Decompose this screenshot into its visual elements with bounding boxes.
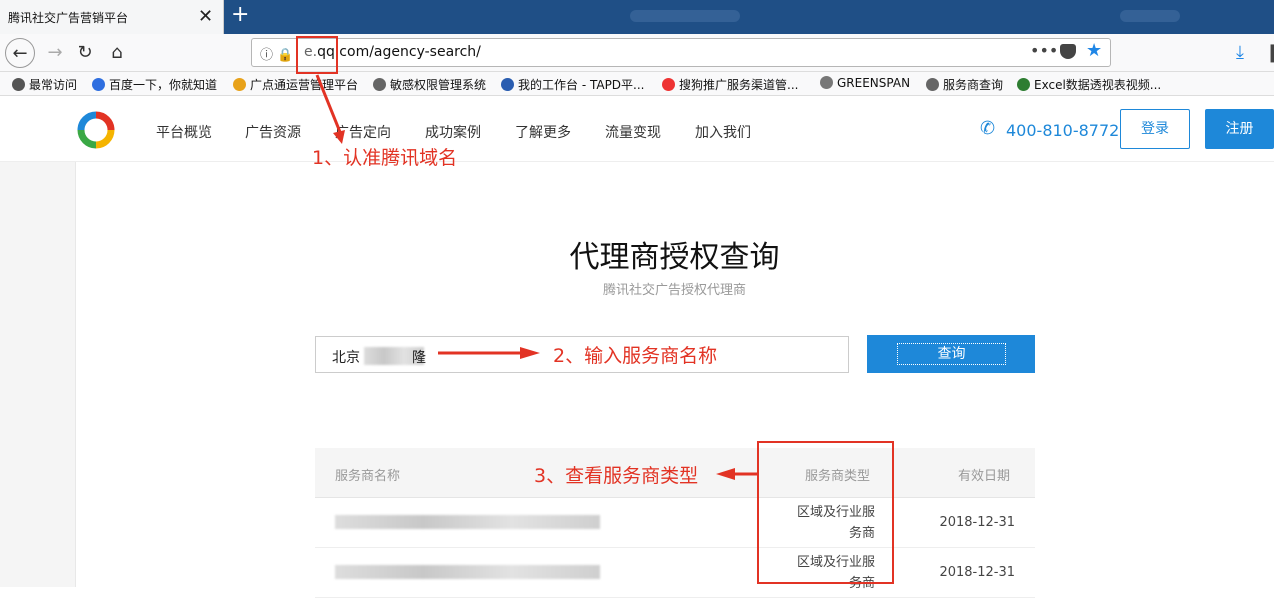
left-gutter [0, 162, 76, 587]
bookmark-star-icon[interactable]: ★ [1086, 40, 1102, 61]
table-row: 区域及行业服务商 2018-12-31 [315, 498, 1035, 548]
page-subtitle: 腾讯社交广告授权代理商 [602, 283, 746, 298]
bookmark-item[interactable]: 广点通运营管理平台 [233, 76, 358, 93]
browser-tab[interactable]: 腾讯社交广告营销平台 ✕ [0, 0, 224, 34]
annotation-step-2: 2、输入服务商名称 [553, 345, 718, 367]
page-actions-menu[interactable]: ••• [1030, 41, 1058, 60]
search-input-tail: 隆 [412, 350, 426, 366]
globe-icon [926, 78, 939, 91]
valid-date: 2018-12-31 [939, 515, 1015, 530]
sogou-icon [662, 78, 675, 91]
redacted-agency-name [335, 515, 600, 529]
forward-arrow-icon[interactable]: → [40, 38, 70, 68]
phone-number: 400-810-8772 [1006, 121, 1120, 140]
nav-platform-overview[interactable]: 平台概览 [156, 122, 212, 142]
bookmarks-bar: 最常访问 百度一下，你就知道 广点通运营管理平台 敏感权限管理系统 我的工作台 … [0, 72, 1274, 96]
phone-icon: ✆ [980, 118, 996, 139]
bookmark-item[interactable]: GREENSPAN [820, 76, 910, 90]
excel-icon [1017, 78, 1030, 91]
nav-success-cases[interactable]: 成功案例 [425, 122, 481, 142]
page-title: 代理商授权查询 [569, 240, 780, 275]
search-button-label: 查询 [897, 343, 1006, 365]
bookmark-item[interactable]: Excel数据透视表视频... [1017, 76, 1161, 93]
table-row: 区域及行业服务商 2018-12-31 [315, 548, 1035, 598]
signal-icon [820, 76, 833, 89]
reload-icon[interactable]: ↻ [70, 38, 100, 68]
library-icon[interactable]: ❚ [1266, 42, 1274, 63]
nav-monetization[interactable]: 流量变现 [605, 122, 661, 142]
gear-icon [12, 78, 25, 91]
globe-icon [373, 78, 386, 91]
address-bar[interactable]: ⓘ 🔒 e.qq.com/agency-search/ ••• ★ [251, 38, 1111, 67]
home-icon[interactable]: ⌂ [102, 38, 132, 68]
annotation-step-1: 1、认准腾讯域名 [312, 147, 458, 169]
gdt-logo-icon [233, 78, 246, 91]
paw-icon [92, 78, 105, 91]
bookmark-item[interactable]: 敏感权限管理系统 [373, 76, 486, 93]
url-suffix: .com/agency-search/ [334, 44, 481, 60]
column-header-name: 服务商名称 [335, 469, 401, 484]
nav-learn-more[interactable]: 了解更多 [515, 122, 571, 142]
pocket-icon[interactable] [1060, 44, 1076, 59]
bookmark-item[interactable]: 最常访问 [12, 76, 77, 93]
valid-date: 2018-12-31 [939, 565, 1015, 580]
new-tab-button[interactable]: + [231, 2, 249, 27]
redacted-agency-name [335, 565, 600, 579]
annotation-type-box [757, 441, 894, 584]
nav-ad-resources[interactable]: 广告资源 [245, 122, 301, 142]
nav-join-us[interactable]: 加入我们 [695, 122, 751, 142]
browser-tab-bar: 腾讯社交广告营销平台 ✕ + [0, 0, 1274, 34]
blurred-window-title [630, 10, 740, 22]
bookmark-item[interactable]: 我的工作台 - TAPD平... [501, 76, 645, 93]
bookmark-item[interactable]: 百度一下，你就知道 [92, 76, 217, 93]
register-button[interactable]: 注册 [1205, 109, 1274, 149]
search-input-value: 北京 [332, 350, 360, 366]
nav-ad-targeting[interactable]: 广告定向 [335, 122, 391, 142]
download-icon[interactable]: ⤓ [1236, 42, 1244, 63]
tab-title: 腾讯社交广告营销平台 [8, 11, 129, 25]
annotation-domain-box [296, 36, 338, 74]
tencent-ad-logo[interactable] [74, 108, 118, 152]
annotation-step-3: 3、查看服务商类型 [534, 465, 699, 487]
close-tab-icon[interactable]: ✕ [198, 6, 213, 27]
bookmark-item[interactable]: 搜狗推广服务渠道管... [662, 76, 798, 93]
column-header-date: 有效日期 [958, 469, 1011, 484]
site-info-icon[interactable]: ⓘ 🔒 [260, 44, 293, 63]
tapd-icon [501, 78, 514, 91]
bookmark-item[interactable]: 服务商查询 [926, 76, 1003, 93]
blurred-window-title [1120, 10, 1180, 22]
back-arrow-icon[interactable]: ← [5, 38, 35, 68]
search-button[interactable]: 查询 [867, 335, 1035, 373]
login-button[interactable]: 登录 [1120, 109, 1190, 149]
